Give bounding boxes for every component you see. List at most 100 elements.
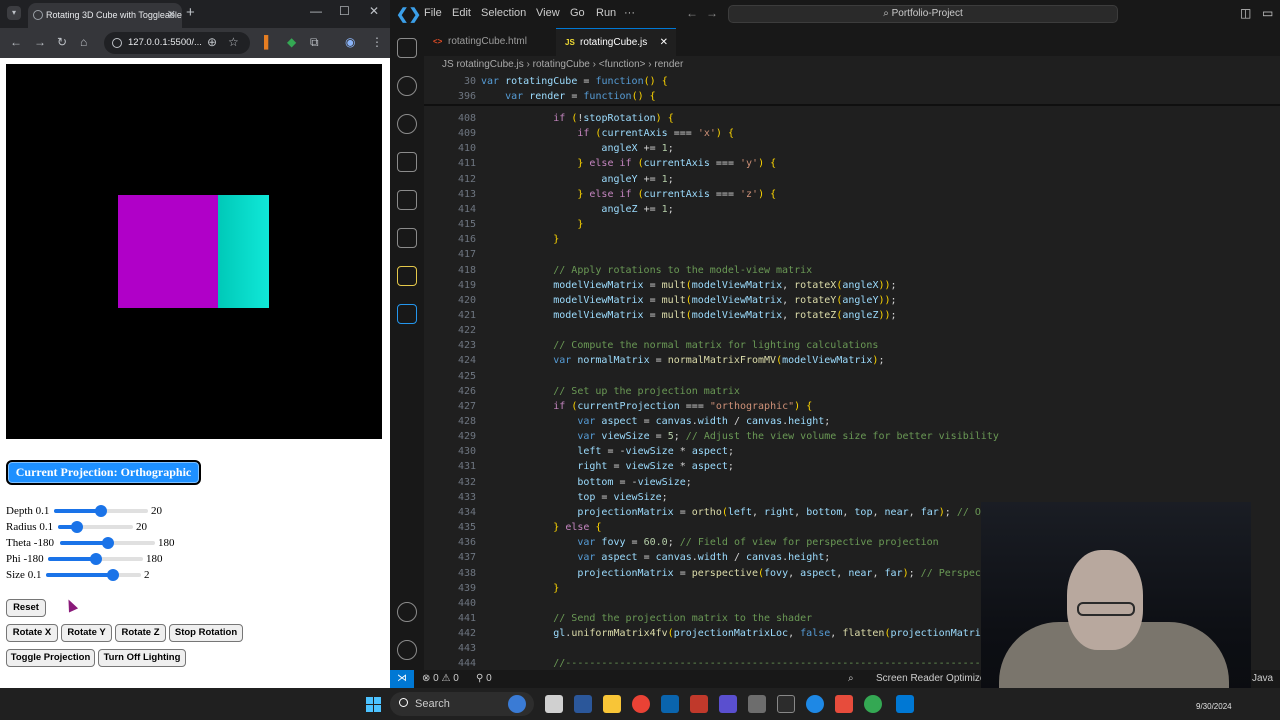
code-line[interactable]: 426 // Set up the projection matrix: [424, 384, 1280, 399]
menu-run[interactable]: Run: [596, 7, 616, 19]
extensions-puzzle-icon[interactable]: ⧉: [310, 35, 319, 50]
layout-toggle-icon[interactable]: ◫: [1240, 6, 1251, 20]
browser-tab[interactable]: Rotating 3D Cube with Toggleable... ✕: [28, 3, 182, 28]
code-line[interactable]: 424 var normalMatrix = normalMatrixFromM…: [424, 353, 1280, 368]
code-line[interactable]: 425: [424, 369, 1280, 384]
rotate-y-button[interactable]: Rotate Y: [61, 624, 112, 642]
bookmark-star-icon[interactable]: ☆: [228, 35, 239, 49]
slider-thumb[interactable]: [95, 505, 107, 517]
stop-rotation-button[interactable]: Stop Rotation: [169, 624, 243, 642]
search-view-icon[interactable]: [397, 76, 417, 96]
file-explorer-icon[interactable]: [603, 695, 621, 713]
home-icon[interactable]: ⌂: [80, 35, 87, 49]
code-line[interactable]: 420 modelViewMatrix = mult(modelViewMatr…: [424, 293, 1280, 308]
webgl-canvas[interactable]: [6, 64, 382, 439]
zoom-icon[interactable]: ⊕: [207, 35, 217, 49]
maps-icon[interactable]: [806, 695, 824, 713]
reload-icon[interactable]: ↻: [57, 35, 67, 49]
tab-rotatingcube-html[interactable]: <> rotatingCube.html: [424, 28, 554, 56]
code-line[interactable]: 412 angleY += 1;: [424, 172, 1280, 187]
extensions-icon[interactable]: [397, 190, 417, 210]
sticky-scroll-line[interactable]: 30 var rotatingCube = function() {: [424, 74, 1280, 89]
site-info-icon[interactable]: [112, 38, 122, 48]
slider-track[interactable]: [46, 569, 141, 581]
kindle-icon[interactable]: [777, 695, 795, 713]
minimize-icon[interactable]: —: [310, 4, 322, 18]
code-line[interactable]: 422: [424, 323, 1280, 338]
code-line[interactable]: 419 modelViewMatrix = mult(modelViewMatr…: [424, 278, 1280, 293]
slider-thumb[interactable]: [101, 537, 114, 549]
slider-track[interactable]: [58, 521, 133, 533]
app-icon[interactable]: [748, 695, 766, 713]
back-icon[interactable]: ←: [10, 35, 22, 49]
copilot-icon[interactable]: [508, 695, 526, 713]
code-line[interactable]: 431 right = viewSize * aspect;: [424, 459, 1280, 474]
code-line[interactable]: 432 bottom = -viewSize;: [424, 475, 1280, 490]
sticky-scroll-line[interactable]: 396 var render = function() {: [424, 89, 1280, 104]
vscode-taskbar-icon[interactable]: [896, 695, 914, 713]
forward-icon[interactable]: →: [34, 35, 46, 49]
zoom-status-icon[interactable]: ⌕: [848, 670, 854, 688]
nav-back-icon[interactable]: ←: [686, 6, 698, 20]
slider-track[interactable]: [48, 553, 143, 565]
code-line[interactable]: 423 // Compute the normal matrix for lig…: [424, 338, 1280, 353]
code-line[interactable]: 413 } else if (currentAxis === 'z') {: [424, 187, 1280, 202]
menu-file[interactable]: File: [424, 7, 442, 19]
breadcrumb-file[interactable]: JS rotatingCube.js: [442, 59, 524, 70]
close-tab-icon[interactable]: ✕: [660, 29, 668, 57]
breadcrumb-render[interactable]: render: [654, 59, 683, 70]
code-line[interactable]: 429 var viewSize = 5; // Adjust the view…: [424, 429, 1280, 444]
snipping-tool-icon[interactable]: [690, 695, 708, 713]
code-line[interactable]: 421 modelViewMatrix = mult(modelViewMatr…: [424, 308, 1280, 323]
tab-rotatingcube-js[interactable]: JS rotatingCube.js ✕: [556, 28, 676, 56]
code-line[interactable]: 414 angleZ += 1;: [424, 202, 1280, 217]
browser-menu-icon[interactable]: ⋮: [371, 35, 383, 49]
pdf-icon[interactable]: [835, 695, 853, 713]
rotate-x-button[interactable]: Rotate X: [6, 624, 58, 642]
remote-explorer-icon[interactable]: [397, 228, 417, 248]
python-icon[interactable]: [397, 266, 417, 286]
chrome-alt-icon[interactable]: [864, 695, 882, 713]
code-line[interactable]: 415 }: [424, 217, 1280, 232]
profile-icon[interactable]: ◉: [345, 35, 355, 49]
screen-reader-status[interactable]: Screen Reader Optimized: [876, 670, 991, 688]
maximize-icon[interactable]: ☐: [339, 4, 350, 18]
extension-icon[interactable]: ▌: [264, 35, 273, 49]
menu-selection[interactable]: Selection: [481, 7, 526, 19]
rotate-z-button[interactable]: Rotate Z: [115, 624, 166, 642]
windows-start-icon[interactable]: [366, 697, 381, 712]
panel-toggle-icon[interactable]: ▭: [1262, 6, 1273, 20]
new-tab-button[interactable]: +: [186, 4, 195, 21]
nav-forward-icon[interactable]: →: [706, 6, 718, 20]
code-line[interactable]: 428 var aspect = canvas.width / canvas.h…: [424, 414, 1280, 429]
source-control-icon[interactable]: [397, 114, 417, 134]
remote-indicator-icon[interactable]: ⋊: [390, 670, 414, 688]
slider-thumb[interactable]: [106, 569, 119, 581]
accounts-icon[interactable]: [397, 602, 417, 622]
menu-view[interactable]: View: [536, 7, 560, 19]
tab-search-button[interactable]: ▾: [7, 6, 21, 20]
code-line[interactable]: 430 left = -viewSize * aspect;: [424, 444, 1280, 459]
task-view-icon[interactable]: [545, 695, 563, 713]
slider-thumb[interactable]: [70, 521, 83, 533]
toggle-projection-button[interactable]: Toggle Projection: [6, 649, 95, 667]
run-debug-icon[interactable]: [397, 152, 417, 172]
close-window-icon[interactable]: ✕: [369, 4, 379, 18]
settings-gear-icon[interactable]: [397, 640, 417, 660]
menu-go[interactable]: Go: [570, 7, 585, 19]
code-line[interactable]: 408 if (!stopRotation) {: [424, 111, 1280, 126]
code-line[interactable]: 409 if (currentAxis === 'x') {: [424, 126, 1280, 141]
slider-track[interactable]: [60, 537, 155, 549]
ports-indicator[interactable]: ⚲ 0: [476, 670, 492, 688]
teams-icon[interactable]: [719, 695, 737, 713]
code-line[interactable]: 416 }: [424, 232, 1280, 247]
command-center[interactable]: ⌕ Portfolio-Project: [728, 5, 1118, 23]
reset-button[interactable]: Reset: [6, 599, 46, 617]
breadcrumb-function[interactable]: <function>: [599, 59, 646, 70]
code-line[interactable]: 411 } else if (currentAxis === 'y') {: [424, 156, 1280, 171]
code-line[interactable]: 417: [424, 247, 1280, 262]
problems-indicator[interactable]: ⊗ 0 ⚠ 0: [422, 670, 459, 688]
code-line[interactable]: 427 if (currentProjection === "orthograp…: [424, 399, 1280, 414]
color-extension-icon[interactable]: ◆: [287, 35, 296, 49]
breadcrumb-symbol[interactable]: rotatingCube: [533, 59, 590, 70]
